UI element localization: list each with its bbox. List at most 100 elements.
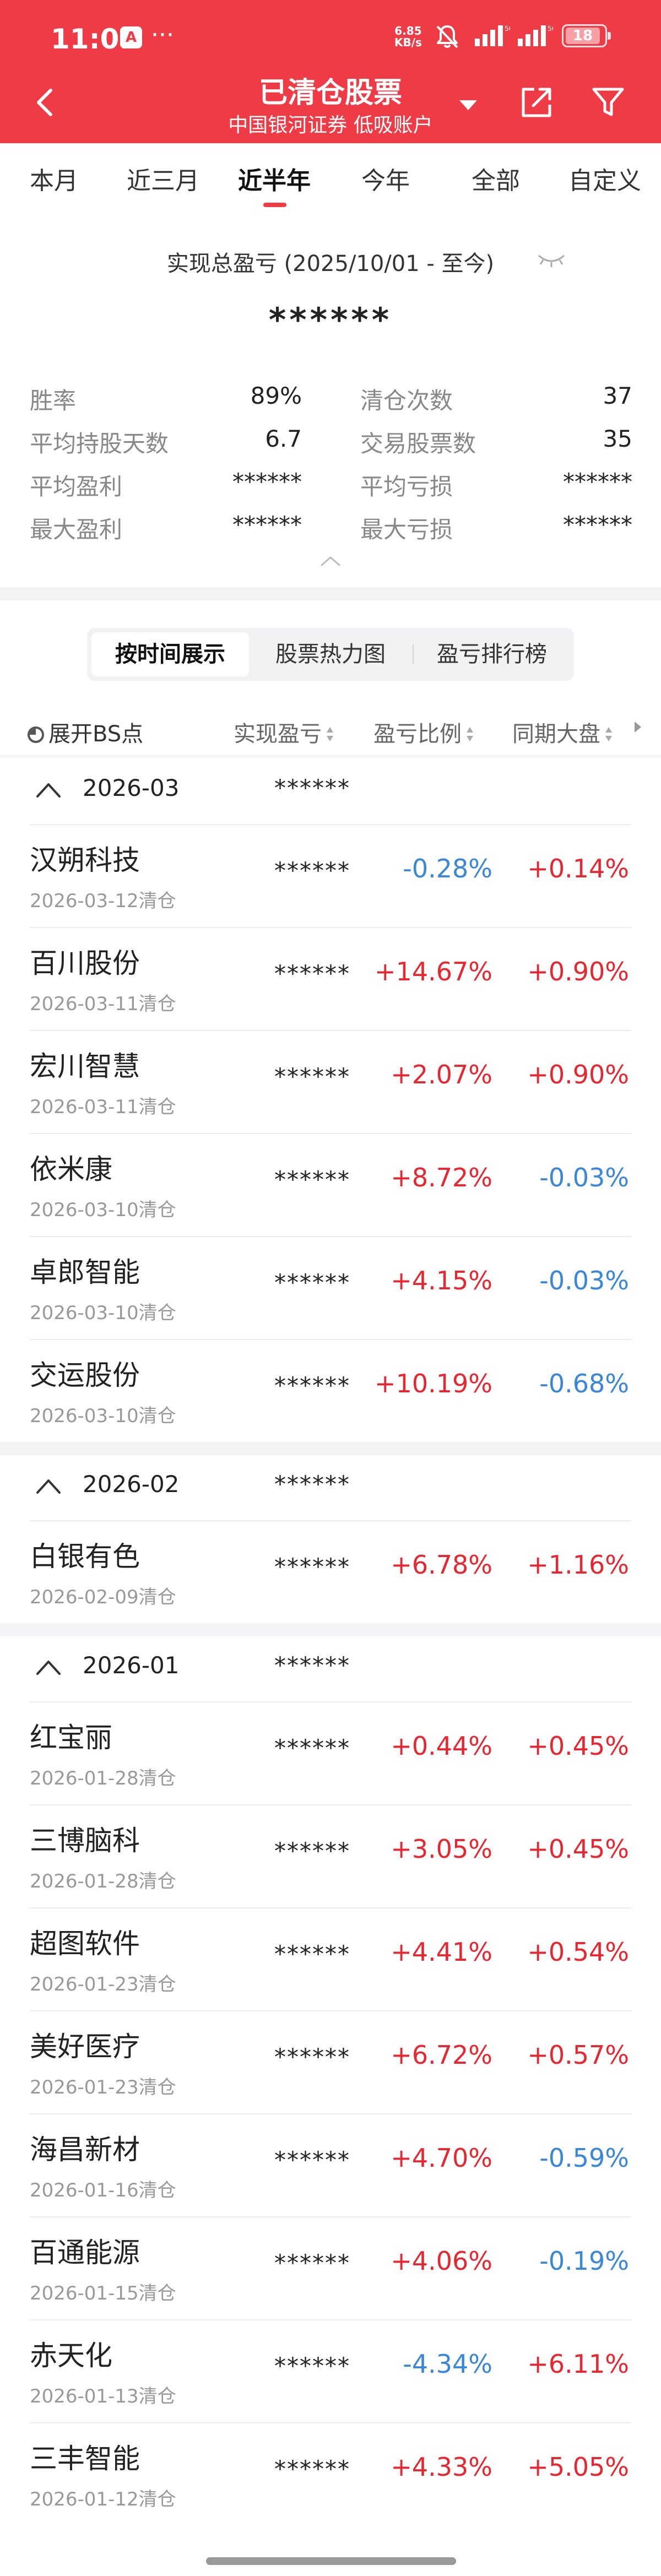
realized-pnl: ******	[274, 2146, 350, 2173]
pnl-ratio: +4.06%	[391, 2246, 492, 2276]
table-row[interactable]: 卓郎智能 2026-03-10清仓 ****** +4.15% -0.03%	[0, 1236, 661, 1339]
table-row[interactable]: 三博脑科 2026-01-28清仓 ****** +3.05% +0.45%	[0, 1804, 661, 1907]
sort-benchmark[interactable]: 同期大盘	[512, 716, 614, 748]
stat-value: ******	[563, 468, 632, 495]
battery-icon: 18	[562, 24, 611, 47]
battery-level: 18	[566, 28, 600, 44]
table-row[interactable]: 海昌新材 2026-01-16清仓 ****** +4.70% -0.59%	[0, 2113, 661, 2216]
stock-name: 交运股份	[30, 1359, 140, 1391]
close-date: 2026-01-28清仓	[30, 1767, 176, 1789]
table-row[interactable]: 三丰智能 2026-01-12清仓 ****** +4.33% +5.05%	[0, 2422, 661, 2525]
column-label: 盈亏比例	[373, 722, 462, 747]
view-by-time-button[interactable]: 按时间展示	[91, 632, 249, 676]
close-date: 2026-03-11清仓	[30, 1096, 176, 1118]
share-button[interactable]	[514, 80, 559, 124]
network-speed-unit: KB/s	[394, 36, 422, 49]
realized-pnl: ******	[274, 857, 350, 884]
stat-label: 平均亏损	[360, 473, 453, 500]
mute-bell-icon	[436, 25, 458, 48]
realized-pnl: ******	[274, 2249, 350, 2276]
collapse-chevron-up-icon[interactable]	[33, 779, 64, 801]
view-ranking-button[interactable]: 盈亏排行榜	[413, 632, 571, 676]
tab-custom[interactable]: 自定义	[568, 161, 641, 196]
close-date: 2026-01-16清仓	[30, 2179, 176, 2201]
svg-text:5G: 5G	[505, 25, 510, 32]
table-row[interactable]: 百通能源 2026-01-15清仓 ****** +4.06% -0.19%	[0, 2216, 661, 2319]
table-row[interactable]: 美好医疗 2026-01-23清仓 ****** +6.72% +0.57%	[0, 2010, 661, 2113]
collapse-chevron-up-icon[interactable]	[33, 1656, 64, 1678]
signal-strength-2-icon: 5G	[518, 25, 553, 46]
close-date: 2026-03-10清仓	[30, 1199, 176, 1221]
expand-bs-points-toggle[interactable]: 展开BS点	[28, 716, 143, 748]
group-month: 2026-01	[83, 1652, 180, 1679]
stat-label: 最大亏损	[360, 516, 453, 543]
view-switch: 按时间展示 股票热力图 盈亏排行榜	[87, 628, 574, 681]
group-month: 2026-03	[83, 774, 180, 801]
table-row[interactable]: 百川股份 2026-03-11清仓 ****** +14.67% +0.90%	[0, 927, 661, 1030]
table-row[interactable]: 超图软件 2026-01-23清仓 ****** +4.41% +0.54%	[0, 1907, 661, 2010]
pnl-ratio: -4.34%	[403, 2349, 492, 2379]
table-row[interactable]: 红宝丽 2026-01-28清仓 ****** +0.44% +0.45%	[0, 1701, 661, 1804]
row-divider	[30, 1520, 631, 1521]
close-date: 2026-01-12清仓	[30, 2488, 176, 2510]
table-row[interactable]: 依米康 2026-03-10清仓 ****** +8.72% -0.03%	[0, 1133, 661, 1236]
filter-button[interactable]	[586, 80, 630, 124]
tab-three-months[interactable]: 近三月	[127, 161, 199, 196]
table-row[interactable]: 赤天化 2026-01-13清仓 ****** -4.34% +6.11%	[0, 2319, 661, 2422]
close-date: 2026-01-13清仓	[30, 2385, 176, 2407]
column-label: 实现盈亏	[234, 722, 322, 747]
table-row[interactable]: 宏川智慧 2026-03-11清仓 ****** +2.07% +0.90%	[0, 1030, 661, 1133]
row-divider	[30, 2010, 631, 2011]
account-selector[interactable]: 中国银河证券 低吸账户	[0, 109, 661, 138]
benchmark-change: -0.68%	[539, 1369, 629, 1398]
collapse-chevron-up-icon[interactable]	[33, 1475, 64, 1497]
signal-strength-icon: 5G	[475, 25, 510, 46]
realized-pnl: ******	[274, 1553, 350, 1580]
sort-icon	[465, 727, 475, 744]
realized-pnl: ******	[274, 1837, 350, 1864]
stock-name: 超图软件	[30, 1928, 140, 1960]
row-divider	[30, 1236, 631, 1237]
tab-half-year[interactable]: 近半年	[238, 161, 311, 196]
benchmark-change: +1.16%	[527, 1550, 629, 1580]
tab-all[interactable]: 全部	[472, 161, 520, 196]
hide-amount-eye-icon[interactable]	[535, 248, 567, 270]
realized-pnl: ******	[274, 2043, 350, 2070]
stat-label: 清仓次数	[360, 387, 453, 414]
month-group-header[interactable]: 2026-02 ******	[0, 1454, 661, 1520]
group-divider	[0, 1623, 661, 1636]
home-indicator[interactable]	[206, 2557, 456, 2565]
sort-pnl-ratio[interactable]: 盈亏比例	[373, 716, 475, 748]
pnl-ratio: +4.70%	[391, 2143, 492, 2173]
table-row[interactable]: 汉朔科技 2026-03-12清仓 ****** -0.28% +0.14%	[0, 824, 661, 927]
stock-name: 白银有色	[30, 1541, 140, 1572]
pnl-ratio: +14.67%	[375, 957, 492, 986]
scroll-right-arrow-icon[interactable]	[635, 722, 641, 733]
month-group-header[interactable]: 2026-01 ******	[0, 1635, 661, 1701]
close-date: 2026-01-23清仓	[30, 1973, 176, 1995]
month-group-header[interactable]: 2026-03 ******	[0, 758, 661, 824]
row-divider	[30, 1030, 631, 1031]
stock-name: 海昌新材	[30, 2134, 140, 2166]
account-dropdown-icon[interactable]	[452, 88, 485, 121]
page-title: 已清仓股票	[258, 77, 402, 110]
benchmark-change: -0.03%	[539, 1163, 629, 1192]
group-divider	[0, 1442, 661, 1455]
collapse-stats-chevron-up-icon[interactable]	[318, 553, 343, 568]
benchmark-change: +5.05%	[527, 2452, 629, 2482]
table-row[interactable]: 交运股份 2026-03-10清仓 ****** +10.19% -0.68%	[0, 1339, 661, 1442]
table-row[interactable]: 白银有色 2026-02-09清仓 ****** +6.78% +1.16%	[0, 1520, 661, 1623]
stat-label: 平均盈利	[30, 473, 123, 500]
row-divider	[30, 1804, 631, 1805]
tab-this-year[interactable]: 今年	[361, 161, 410, 196]
sort-realized-pnl[interactable]: 实现盈亏	[234, 716, 335, 748]
stock-name: 百川股份	[30, 947, 140, 979]
pnl-ratio: +8.72%	[391, 1163, 492, 1192]
tab-this-month[interactable]: 本月	[30, 161, 78, 196]
group-realized-pnl: ******	[274, 1652, 350, 1679]
row-divider	[30, 824, 631, 825]
close-date: 2026-03-10清仓	[30, 1405, 176, 1427]
pnl-ratio: +4.15%	[391, 1266, 492, 1295]
benchmark-change: +6.11%	[527, 2349, 629, 2379]
view-heatmap-button[interactable]: 股票热力图	[252, 632, 409, 676]
